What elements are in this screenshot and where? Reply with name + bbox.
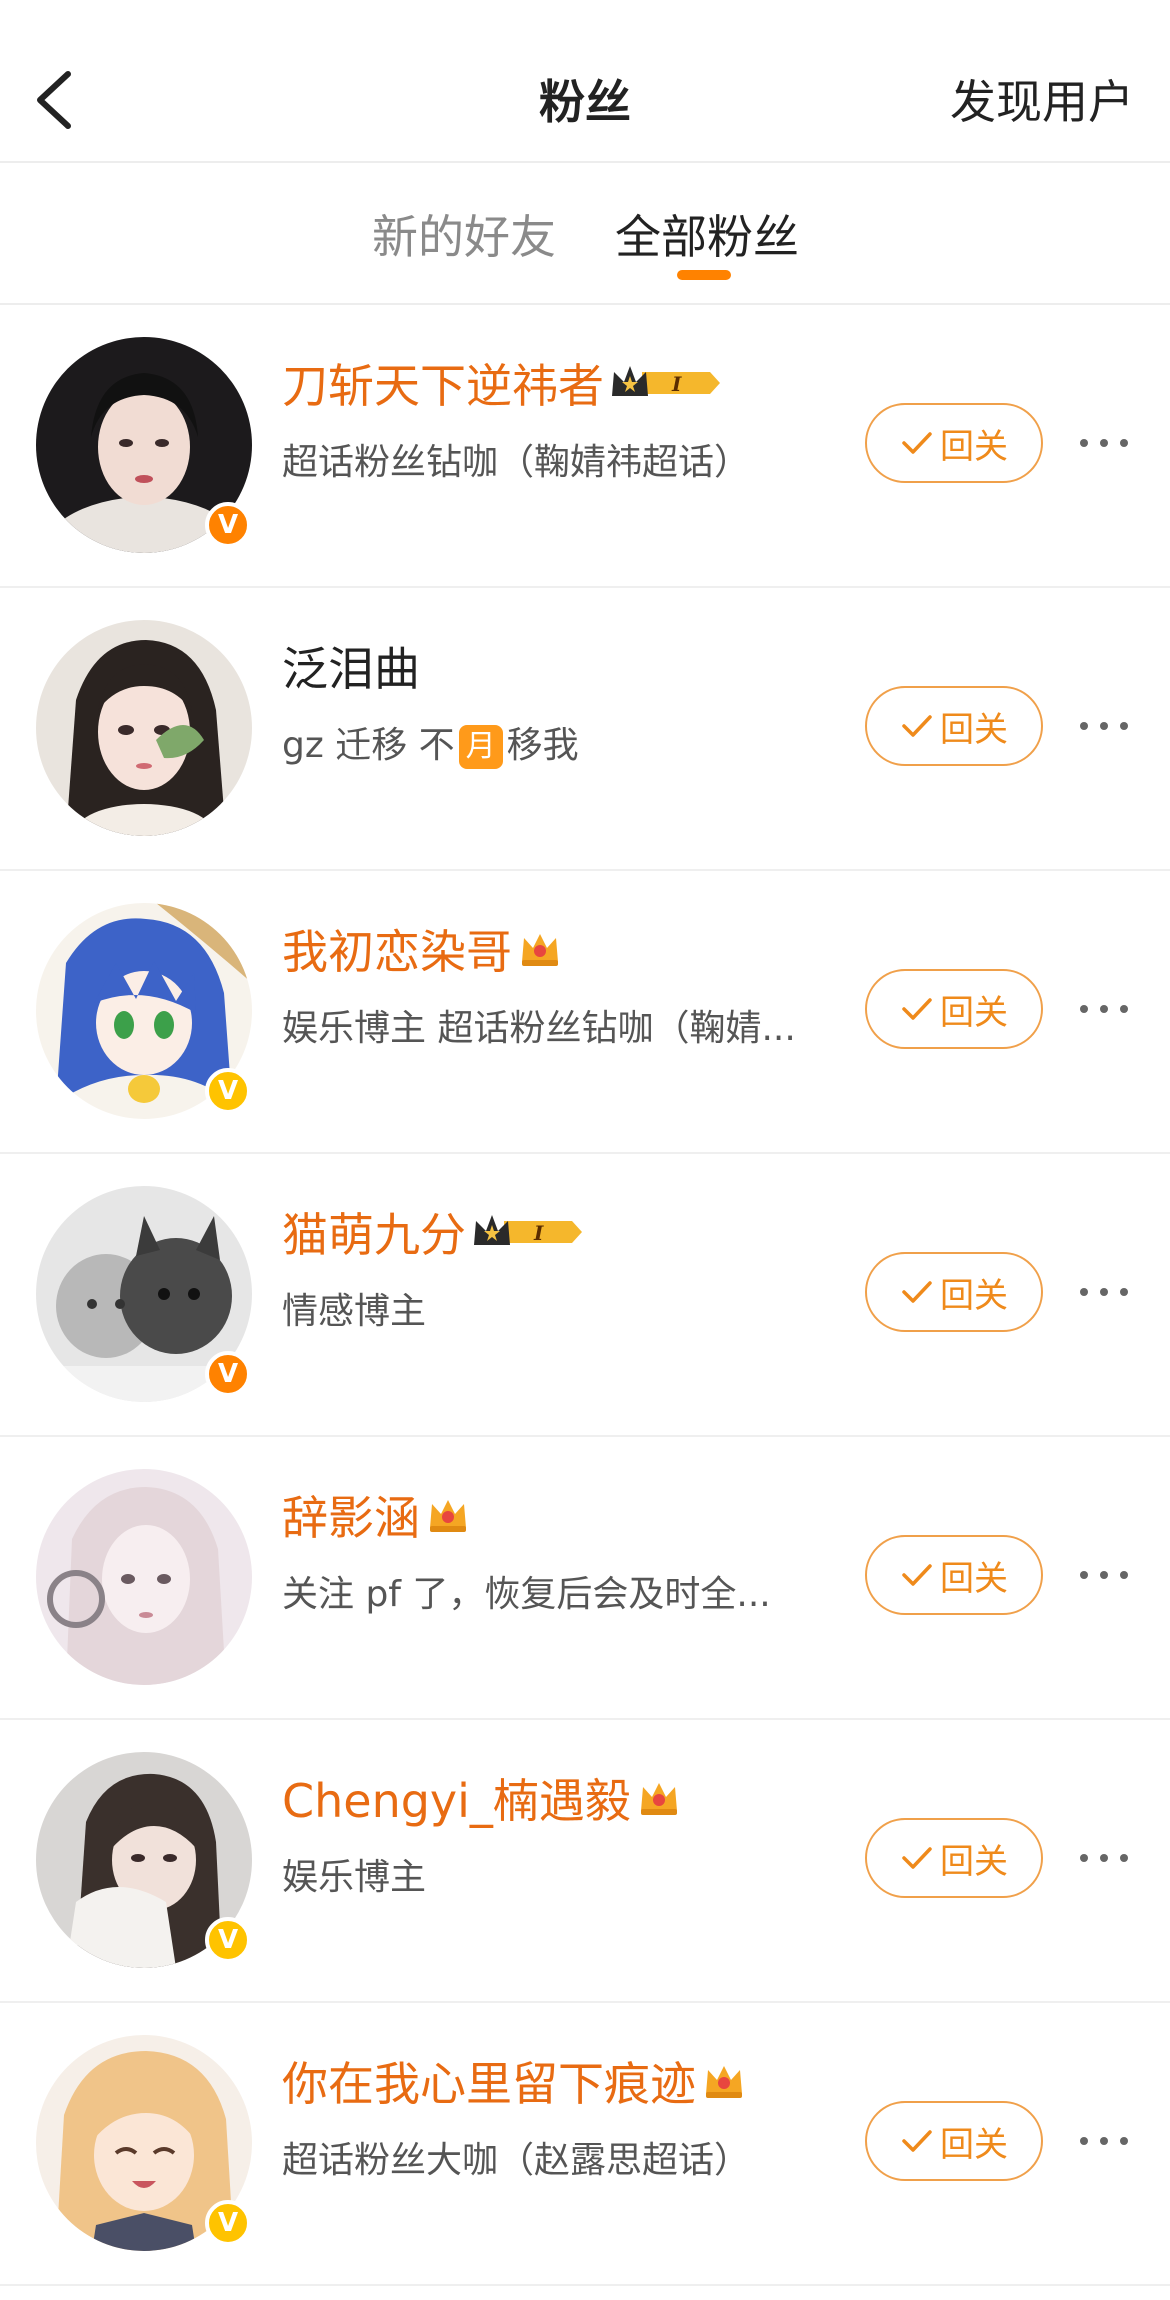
name-line: 你在我心里留下痕迹 [282, 2051, 746, 2111]
svg-text:I: I [671, 372, 682, 396]
more-options-icon[interactable] [1080, 989, 1128, 1029]
avatar[interactable] [36, 620, 252, 836]
more-options-icon[interactable] [1080, 1838, 1128, 1878]
username[interactable]: 辞影涵 [282, 1482, 420, 1548]
username[interactable]: 我初恋染哥 [282, 916, 512, 982]
vip-crown-icon [637, 1777, 681, 1819]
list-item[interactable]: V 猫萌九分 I 情感博主 回关 [0, 1154, 1170, 1437]
more-options-icon[interactable] [1080, 706, 1128, 746]
name-line: Chengyi_楠遇毅 [282, 1768, 681, 1828]
list-item[interactable]: V 我初恋染哥 娱乐博主 超话粉丝钻咖（鞠婧... 回关 [0, 871, 1170, 1154]
tab-new-friends[interactable]: 新的好友 [372, 201, 556, 267]
active-tab-indicator [677, 270, 731, 280]
follow-back-label: 回关 [940, 2124, 1008, 2165]
avatar[interactable] [36, 1469, 252, 1685]
month-badge: 月 [458, 725, 503, 769]
discover-users-button[interactable]: 发现用户 [950, 66, 1134, 132]
follow-back-label: 回关 [940, 1558, 1008, 1599]
user-description: gz 迁移 不月移我 [282, 716, 822, 769]
follow-back-button[interactable]: 回关 [865, 1818, 1043, 1898]
verified-badge: V [205, 502, 251, 548]
username[interactable]: 泛泪曲 [282, 633, 420, 699]
list-item[interactable]: 泛泪曲 gz 迁移 不月移我 回关 [0, 588, 1170, 871]
more-options-icon[interactable] [1080, 1555, 1128, 1595]
user-description: 超话粉丝钻咖（鞠婧祎超话） [282, 442, 751, 483]
follow-back-button[interactable]: 回关 [865, 1535, 1043, 1615]
verified-badge: V [205, 1917, 251, 1963]
check-icon [900, 1560, 934, 1590]
description-text: gz 迁移 不 [282, 725, 455, 766]
name-line: 辞影涵 [282, 1485, 470, 1545]
check-icon [900, 711, 934, 741]
user-description: 娱乐博主 [282, 1857, 427, 1898]
follow-back-button[interactable]: 回关 [865, 403, 1043, 483]
verified-badge: V [205, 2200, 251, 2246]
user-description: 超话粉丝大咖（赵露思超话） [282, 2140, 751, 2181]
follow-back-label: 回关 [940, 709, 1008, 750]
level-crown-icon: I [472, 1211, 584, 1253]
check-icon [900, 994, 934, 1024]
user-description: 关注 pf 了，恢复后会及时全... [282, 1574, 771, 1615]
name-line: 刀斩天下逆祎者 I [282, 353, 722, 413]
username[interactable]: 刀斩天下逆祎者 [282, 350, 604, 416]
level-crown-icon: I [610, 362, 722, 404]
follow-back-label: 回关 [940, 1275, 1008, 1316]
svg-text:I: I [533, 1221, 544, 1245]
more-options-icon[interactable] [1080, 423, 1128, 463]
follow-back-button[interactable]: 回关 [865, 969, 1043, 1049]
tab-bar: 新的好友 全部粉丝 [0, 163, 1170, 305]
list-item[interactable]: V 你在我心里留下痕迹 超话粉丝大咖（赵露思超话） 回关 [0, 2003, 1170, 2286]
verified-badge: V [205, 1351, 251, 1397]
check-icon [900, 1277, 934, 1307]
name-line: 猫萌九分 I [282, 1202, 584, 1262]
follow-back-button[interactable]: 回关 [865, 686, 1043, 766]
check-icon [900, 1843, 934, 1873]
user-description: 情感博主 [282, 1291, 427, 1332]
check-icon [900, 428, 934, 458]
more-options-icon[interactable] [1080, 1272, 1128, 1312]
list-item[interactable]: 辞影涵 关注 pf 了，恢复后会及时全... 回关 [0, 1437, 1170, 1720]
vip-crown-icon [702, 2060, 746, 2102]
check-icon [900, 2126, 934, 2156]
more-options-icon[interactable] [1080, 2121, 1128, 2161]
vip-crown-icon [518, 928, 562, 970]
list-item[interactable]: V 刀斩天下逆祎者 I 超话粉丝钻咖（鞠婧祎超话） 回关 [0, 305, 1170, 588]
follow-back-button[interactable]: 回关 [865, 1252, 1043, 1332]
verified-badge: V [205, 1068, 251, 1114]
username[interactable]: 你在我心里留下痕迹 [282, 2048, 696, 2114]
list-item[interactable]: V Chengyi_楠遇毅 娱乐博主 回关 [0, 1720, 1170, 2003]
follow-back-label: 回关 [940, 1841, 1008, 1882]
username[interactable]: Chengyi_楠遇毅 [282, 1765, 631, 1831]
follow-back-label: 回关 [940, 426, 1008, 467]
name-line: 泛泪曲 [282, 636, 420, 696]
name-line: 我初恋染哥 [282, 919, 562, 979]
follow-back-button[interactable]: 回关 [865, 2101, 1043, 2181]
vip-crown-icon [426, 1494, 470, 1536]
follow-back-label: 回关 [940, 992, 1008, 1033]
description-text: 移我 [506, 725, 579, 766]
tab-all-fans[interactable]: 全部粉丝 [615, 201, 799, 267]
fans-list: V 刀斩天下逆祎者 I 超话粉丝钻咖（鞠婧祎超话） 回关 泛泪曲 gz 迁移 不… [0, 305, 1170, 2286]
user-description: 娱乐博主 超话粉丝钻咖（鞠婧... [282, 1008, 796, 1049]
username[interactable]: 猫萌九分 [282, 1199, 466, 1265]
top-bar: 粉丝 发现用户 [0, 0, 1170, 163]
